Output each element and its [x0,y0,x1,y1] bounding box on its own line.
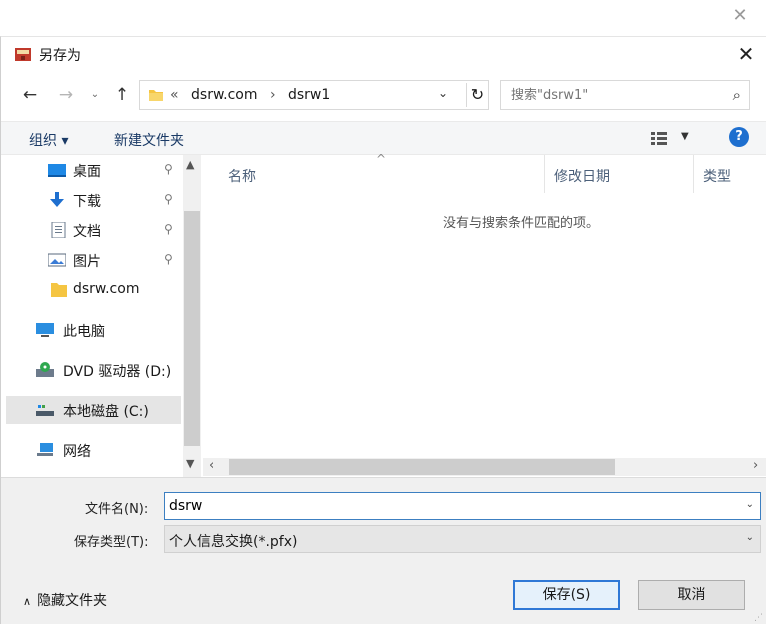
breadcrumb-separator[interactable]: › [270,87,276,103]
dialog-title: 另存为 [39,48,81,64]
parent-window-titlebar: ✕ [0,0,766,36]
file-list-horizontal-scrollbar[interactable]: ‹ › [203,458,766,476]
pin-icon[interactable]: ⚲ [164,162,173,176]
forward-arrow-icon[interactable]: → [53,83,79,107]
download-icon [50,192,64,207]
dialog-titlebar: 另存为 ✕ [1,37,766,71]
sidebar-item-dsrw-com[interactable]: dsrw.com [6,276,181,304]
search-icon[interactable]: ⌕ [733,86,741,104]
pin-icon[interactable]: ⚲ [164,192,173,206]
recent-locations-chevron-icon[interactable]: ⌄ [87,83,103,107]
sidebar-item-label: 本地磁盘 (C:) [63,404,149,420]
computer-icon [36,323,54,337]
navigation-pane: 桌面 ⚲ 下载 ⚲ 文档 ⚲ 图片 ⚲ dsrw.com 此电脑 DVD 驱动器… [1,155,201,477]
address-bar[interactable]: « dsrw.com › dsrw1 ⌄ ↻ [139,80,489,110]
scroll-down-arrow-icon[interactable]: ▼ [186,457,194,470]
document-icon [51,222,66,238]
scrollbar-thumb[interactable] [184,211,200,446]
folder-icon [51,283,67,297]
save-as-dialog: 另存为 ✕ ← → ⌄ ↑ « dsrw.com › dsrw1 ⌄ ↻ ⌕ [0,36,766,624]
breadcrumb-item-dsrw1[interactable]: dsrw1 [288,87,330,103]
resize-grip-icon[interactable]: ⋰ [754,613,763,623]
pictures-icon [48,253,66,267]
sidebar-item-local-disk[interactable]: 本地磁盘 (C:) [6,396,181,424]
breadcrumb-item-dsrw-com[interactable]: dsrw.com [191,87,257,103]
hide-folders-toggle[interactable]: ∧ 隐藏文件夹 [23,590,107,610]
chevron-down-icon[interactable]: ⌄ [746,499,754,510]
command-toolbar: 组织 ▾ 新建文件夹 ▼ ? [1,121,766,155]
sort-ascending-icon: ^ [376,152,387,166]
chevron-up-icon: ∧ [23,595,32,608]
pin-icon[interactable]: ⚲ [164,222,173,236]
desktop-icon [48,164,66,177]
sidebar-item-label: 桌面 [73,164,101,180]
column-header-name[interactable]: 名称 [228,166,256,186]
dvd-icon [36,362,54,377]
new-folder-button[interactable]: 新建文件夹 [114,130,184,150]
filetype-label: 保存类型(T): [74,535,149,550]
search-input[interactable] [511,86,711,104]
sidebar-item-label: 文档 [73,224,101,240]
search-box[interactable]: ⌕ [500,80,750,110]
sidebar-item-dvd-drive[interactable]: DVD 驱动器 (D:) [6,356,181,384]
column-header-type[interactable]: 类型 [703,166,731,186]
filename-label: 文件名(N): [85,502,149,517]
filetype-selected-value: 个人信息交换(*.pfx) [169,534,298,550]
filename-combobox[interactable]: ⌄ [164,492,761,520]
save-as-app-icon [15,48,31,61]
sidebar-item-this-pc[interactable]: 此电脑 [6,316,181,344]
drive-icon [36,405,54,416]
column-divider[interactable] [544,155,545,193]
filename-input[interactable] [169,497,729,515]
cancel-button[interactable]: 取消 [638,580,745,610]
sidebar-item-label: dsrw.com [73,281,140,297]
sidebar-item-pictures[interactable]: 图片 ⚲ [6,246,181,274]
sidebar-item-desktop[interactable]: 桌面 ⚲ [6,156,181,184]
hide-folders-label: 隐藏文件夹 [37,593,108,609]
sidebar-item-label: 图片 [73,254,101,270]
column-header-date-modified[interactable]: 修改日期 [554,166,610,186]
empty-results-message: 没有与搜索条件匹配的项。 [442,216,599,231]
chevron-down-icon[interactable]: ⌄ [438,86,448,100]
sidebar-item-label: DVD 驱动器 (D:) [63,364,172,380]
sidebar-item-label: 下载 [73,194,101,210]
sidebar-item-documents[interactable]: 文档 ⚲ [6,216,181,244]
save-options-panel: 文件名(N): ⌄ 保存类型(T): 个人信息交换(*.pfx) ⌄ ∧ 隐藏文件… [1,477,766,624]
scroll-right-arrow-icon[interactable]: › [753,458,758,473]
organize-menu[interactable]: 组织 ▾ [29,130,68,150]
scrollbar-thumb[interactable] [229,459,615,475]
filetype-select[interactable]: 个人信息交换(*.pfx) ⌄ [164,525,761,553]
network-icon [37,443,53,456]
column-divider[interactable] [693,155,694,193]
column-header-row: ^ 名称 修改日期 类型 [203,152,766,193]
breadcrumb: « dsrw.com › dsrw1 [170,87,338,103]
help-icon[interactable]: ? [729,127,749,147]
sidebar-item-network[interactable]: 网络 [6,436,181,464]
back-arrow-icon[interactable]: ← [17,83,43,107]
scroll-up-arrow-icon[interactable]: ▲ [186,158,194,171]
file-list-pane: ^ 名称 修改日期 类型 没有与搜索条件匹配的项。 ‹ › [203,152,766,477]
navigation-bar: ← → ⌄ ↑ « dsrw.com › dsrw1 ⌄ ↻ ⌕ [1,77,766,113]
breadcrumb-overflow[interactable]: « [170,87,179,103]
up-arrow-icon[interactable]: ↑ [110,83,134,107]
sidebar-item-label: 此电脑 [63,324,105,340]
pin-icon[interactable]: ⚲ [164,252,173,266]
chevron-down-icon[interactable]: ⌄ [746,532,754,543]
sidebar-item-label: 网络 [63,444,91,460]
parent-close-icon[interactable]: ✕ [728,6,752,26]
close-icon[interactable]: ✕ [733,41,759,67]
navigation-list: 桌面 ⚲ 下载 ⚲ 文档 ⚲ 图片 ⚲ dsrw.com 此电脑 DVD 驱动器… [1,155,183,477]
folder-icon [149,90,163,101]
sidebar-item-downloads[interactable]: 下载 ⚲ [6,186,181,214]
scroll-left-arrow-icon[interactable]: ‹ [209,458,214,473]
navigation-scrollbar[interactable]: ▲ ▼ [183,155,201,477]
refresh-icon[interactable]: ↻ [466,83,488,107]
view-options-icon[interactable] [651,132,673,146]
view-dropdown-arrow-icon[interactable]: ▼ [681,131,689,142]
save-button[interactable]: 保存(S) [513,580,620,610]
